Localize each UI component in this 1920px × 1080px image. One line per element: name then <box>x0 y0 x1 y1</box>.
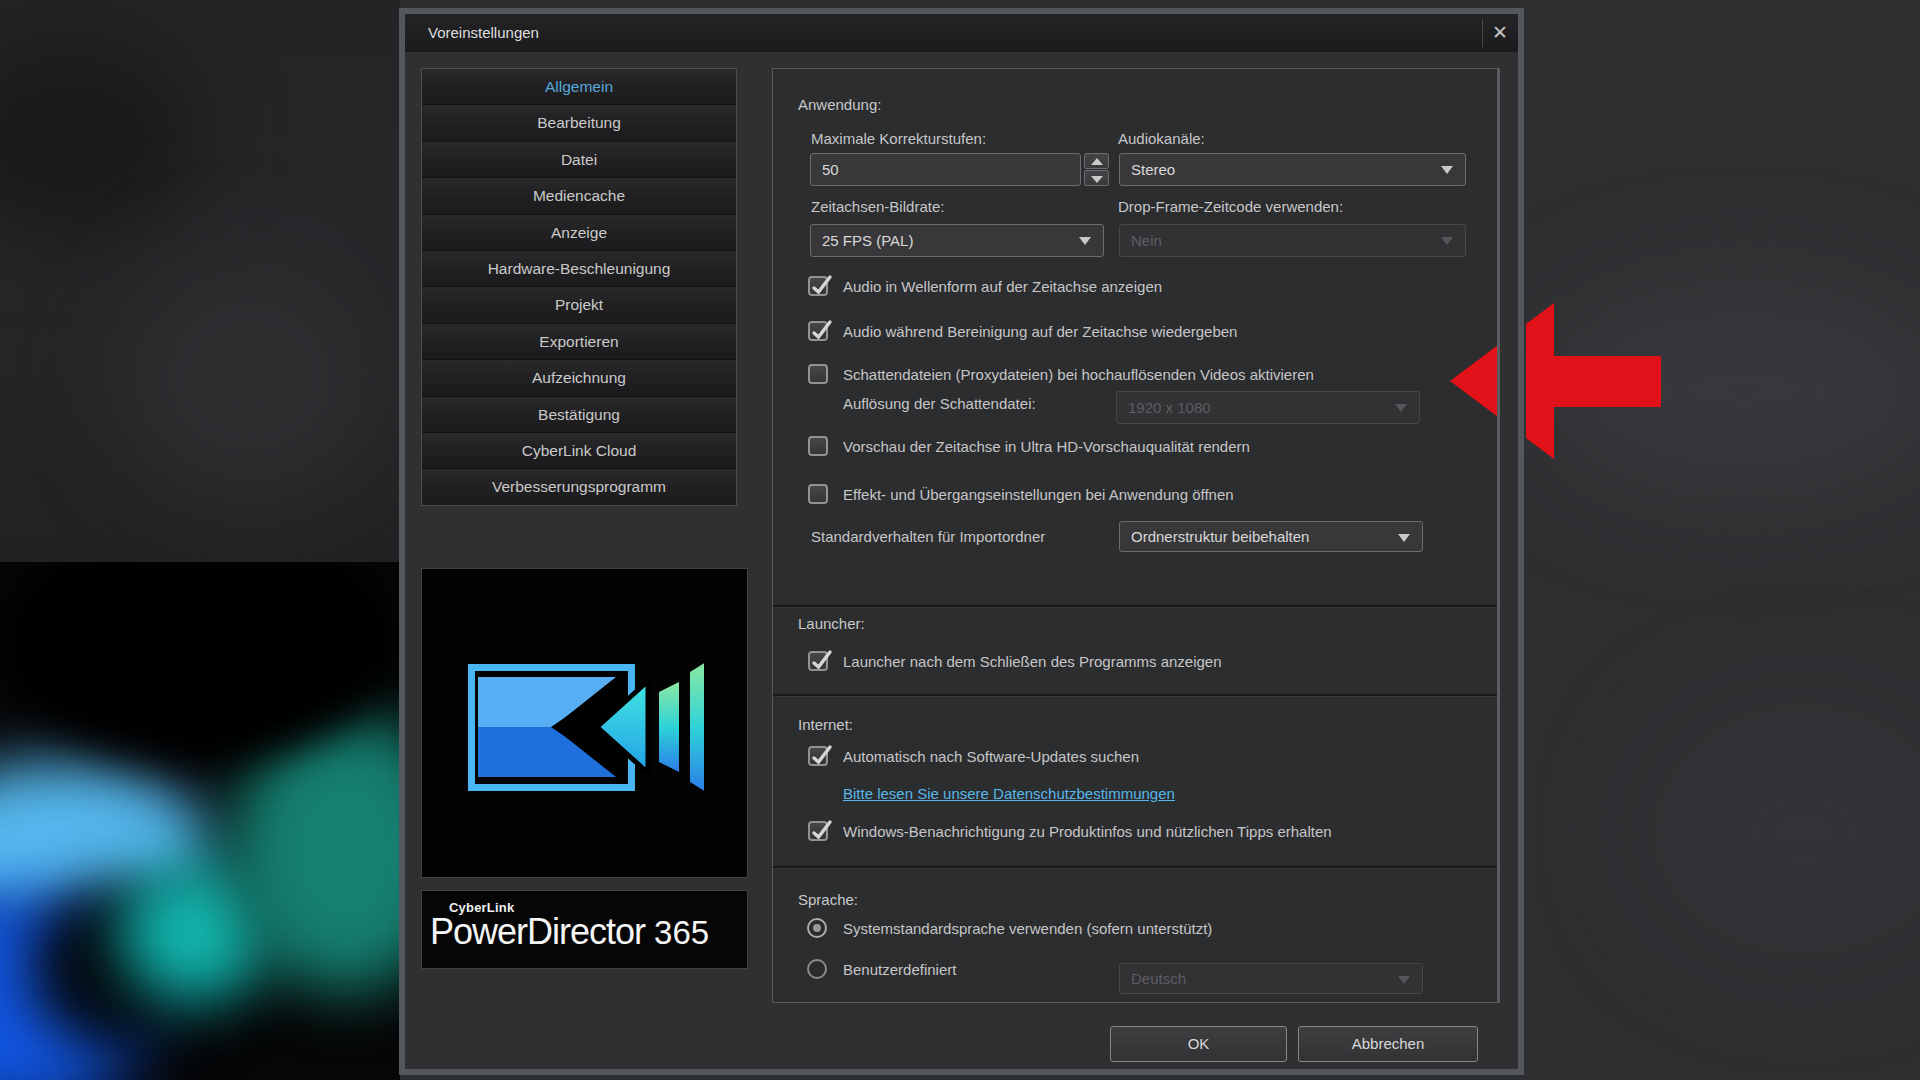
section-header-anwendung: Anwendung: <box>798 96 881 113</box>
sidebar-item-aufzeichnung[interactable]: Aufzeichnung <box>422 360 736 395</box>
sidebar-item-bearbeitung[interactable]: Bearbeitung <box>422 105 736 140</box>
dialog-titlebar[interactable]: Voreinstellungen ✕ <box>405 14 1518 52</box>
chevron-down-icon <box>1441 166 1453 174</box>
shadow-files-checkbox[interactable] <box>808 364 828 384</box>
system-language-radio-label[interactable]: Systemstandardsprache verwenden (sofern … <box>843 919 1212 939</box>
preferences-dialog: Voreinstellungen ✕ Allgemein Bearbeitung… <box>399 8 1524 1075</box>
max-correction-input[interactable]: 50 <box>810 153 1081 186</box>
preferences-category-list: Allgemein Bearbeitung Datei Mediencache … <box>421 68 737 506</box>
waveform-checkbox[interactable] <box>808 276 828 296</box>
shadow-resolution-label: Auflösung der Schattendatei: <box>843 395 1036 412</box>
import-folder-label: Standardverhalten für Importordner <box>811 528 1045 545</box>
titlebar-separator <box>1482 19 1483 47</box>
chevron-down-icon <box>1079 237 1091 245</box>
waveform-checkbox-label[interactable]: Audio in Wellenform auf der Zeitachse an… <box>843 277 1162 297</box>
cancel-button[interactable]: Abbrechen <box>1298 1026 1478 1062</box>
powerdirector-wordmark: PowerDirector 365 <box>430 911 709 953</box>
general-settings-panel: Anwendung: Maximale Korrekturstufen: 50 … <box>772 68 1500 1003</box>
dialog-title: Voreinstellungen <box>428 14 539 52</box>
launcher-checkbox[interactable] <box>808 651 828 671</box>
chevron-down-icon <box>1395 404 1407 412</box>
privacy-policy-link[interactable]: Bitte lesen Sie unsere Datenschutzbestim… <box>843 785 1175 802</box>
sidebar-item-allgemein[interactable]: Allgemein <box>422 69 736 104</box>
max-correction-label: Maximale Korrekturstufen: <box>811 130 986 147</box>
custom-language-radio-label[interactable]: Benutzerdefiniert <box>843 960 956 980</box>
launcher-checkbox-label[interactable]: Launcher nach dem Schließen des Programm… <box>843 652 1222 672</box>
scrub-audio-checkbox-label[interactable]: Audio während Bereinigung auf der Zeitac… <box>843 322 1237 342</box>
auto-update-checkbox-label[interactable]: Automatisch nach Software-Updates suchen <box>843 747 1139 767</box>
chevron-down-icon <box>1398 976 1410 984</box>
windows-notification-checkbox-label[interactable]: Windows-Benachrichtigung zu Produktinfos… <box>843 822 1332 842</box>
drop-frame-label: Drop-Frame-Zeitcode verwenden: <box>1118 198 1343 215</box>
audio-channels-label: Audiokanäle: <box>1118 130 1205 147</box>
auto-update-checkbox[interactable] <box>808 746 828 766</box>
section-divider <box>773 866 1497 869</box>
powerdirector-wordmark-panel: CyberLink PowerDirector 365 <box>421 890 748 969</box>
windows-notification-checkbox[interactable] <box>808 821 828 841</box>
shadow-resolution-dropdown: 1920 x 1080 <box>1116 391 1420 424</box>
custom-language-radio[interactable] <box>807 959 827 979</box>
stepper-down-icon[interactable] <box>1084 170 1109 186</box>
sidebar-item-hardware-beschleunigung[interactable]: Hardware-Beschleunigung <box>422 251 736 286</box>
uhd-preview-checkbox-label[interactable]: Vorschau der Zeitachse in Ultra HD-Vorsc… <box>843 437 1250 457</box>
stepper-up-icon[interactable] <box>1084 153 1109 169</box>
powerdirector-logo-panel <box>421 568 748 878</box>
section-header-sprache: Sprache: <box>798 891 858 908</box>
scrub-audio-checkbox[interactable] <box>808 321 828 341</box>
sidebar-item-exportieren[interactable]: Exportieren <box>422 324 736 359</box>
chevron-down-icon <box>1398 534 1410 542</box>
timeline-framerate-label: Zeitachsen-Bildrate: <box>811 198 944 215</box>
section-divider <box>773 694 1497 697</box>
annotation-arrow-left-icon <box>1440 290 1680 470</box>
sidebar-item-datei[interactable]: Datei <box>422 142 736 177</box>
audio-channels-dropdown[interactable]: Stereo <box>1119 153 1466 186</box>
drop-frame-dropdown: Nein <box>1119 224 1466 257</box>
timeline-framerate-dropdown[interactable]: 25 FPS (PAL) <box>810 224 1104 257</box>
background-right-blur <box>1524 0 1920 1080</box>
sidebar-item-anzeige[interactable]: Anzeige <box>422 215 736 250</box>
uhd-preview-checkbox[interactable] <box>808 436 828 456</box>
sidebar-item-projekt[interactable]: Projekt <box>422 287 736 322</box>
sidebar-item-bestaetigung[interactable]: Bestätigung <box>422 397 736 432</box>
max-correction-stepper <box>1084 153 1109 186</box>
powerdirector-logo-icon <box>468 659 704 795</box>
shadow-files-checkbox-label[interactable]: Schattendateien (Proxydateien) bei hocha… <box>843 365 1314 385</box>
section-divider <box>773 605 1497 608</box>
effect-settings-checkbox[interactable] <box>808 484 828 504</box>
chevron-down-icon <box>1441 237 1453 245</box>
import-folder-dropdown[interactable]: Ordnerstruktur beibehalten <box>1119 521 1423 552</box>
close-icon[interactable]: ✕ <box>1484 17 1516 49</box>
section-header-internet: Internet: <box>798 716 853 733</box>
sidebar-item-verbesserungsprogramm[interactable]: Verbesserungsprogramm <box>422 469 736 504</box>
system-language-radio[interactable] <box>807 918 827 938</box>
section-header-launcher: Launcher: <box>798 615 865 632</box>
custom-language-dropdown: Deutsch <box>1119 963 1423 994</box>
background-left-blur <box>0 0 400 562</box>
sidebar-item-mediencache[interactable]: Mediencache <box>422 178 736 213</box>
sidebar-item-cyberlink-cloud[interactable]: CyberLink Cloud <box>422 433 736 468</box>
background-splash-logo-blur <box>0 562 400 1080</box>
effect-settings-checkbox-label[interactable]: Effekt- und Übergangseinstellungen bei A… <box>843 485 1234 505</box>
ok-button[interactable]: OK <box>1110 1026 1287 1062</box>
